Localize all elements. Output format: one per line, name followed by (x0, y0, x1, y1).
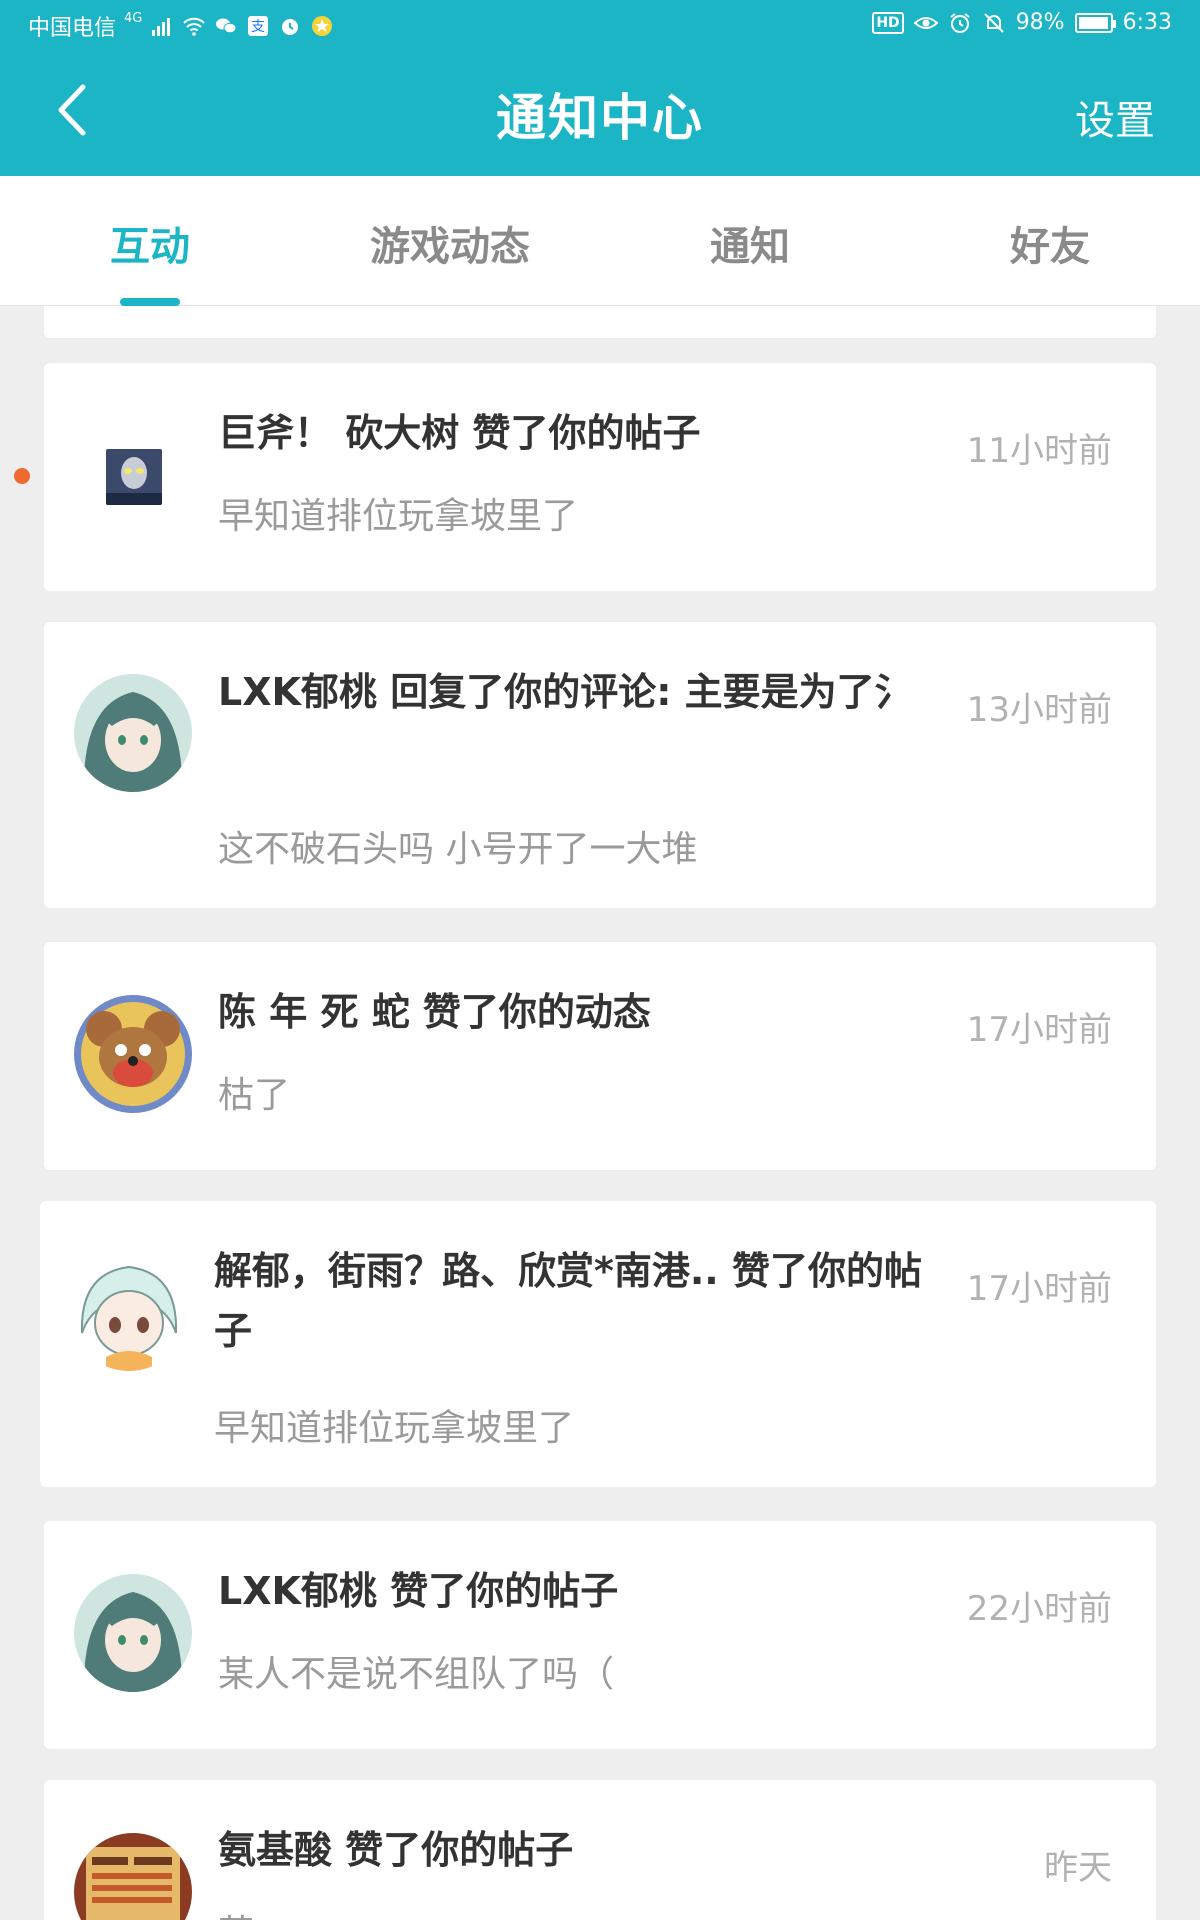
alarm-app-icon (282, 19, 299, 35)
notification-title: LXK郁桃 赞了你的帖子 (218, 1569, 619, 1613)
cartoon-mouse-avatar-icon (74, 995, 192, 1113)
list-item[interactable]: LXK郁桃 赞了你的帖子 某人不是说不组队了吗（ 22小时前 (44, 1521, 1156, 1749)
signal-icon (152, 18, 171, 36)
avatar[interactable] (74, 674, 192, 792)
battery-percent: 98% (1015, 10, 1065, 35)
list-item-partial[interactable] (44, 306, 1156, 338)
network-type-label: 4G (124, 10, 143, 26)
tab-friends[interactable]: 好友 (1000, 214, 1100, 272)
notification-time: 17小时前 (966, 1269, 1112, 1309)
settings-button[interactable]: 设置 (1075, 88, 1155, 146)
svg-text:支: 支 (251, 19, 265, 35)
tab-game-updates[interactable]: 游戏动态 (345, 214, 555, 272)
list-item[interactable]: 巨斧！ 砍大树 赞了你的帖子 早知道排位玩拿坡里了 11小时前 (44, 363, 1156, 591)
list-item[interactable]: LXK郁桃 回复了你的评论: 主要是为了氵 这不破石头吗 小号开了一大堆 13小… (44, 622, 1156, 908)
alipay-icon: 支 (248, 16, 269, 36)
notification-preview: 枯了 (218, 1075, 291, 1116)
notification-title: 氨基酸 赞了你的帖子 (218, 1828, 574, 1872)
active-tab-indicator (120, 298, 180, 306)
notification-preview: 早知道排位玩拿坡里了 (214, 1408, 575, 1449)
notification-time: 昨天 (1044, 1848, 1112, 1888)
eye-icon (913, 16, 938, 29)
anime-girl-avatar-icon (74, 674, 192, 792)
wechat-icon (216, 18, 237, 34)
tab-bar: 互动 游戏动态 通知 好友 (0, 176, 1200, 306)
anime-girl-avatar-icon (74, 1574, 192, 1692)
notification-time: 17小时前 (966, 1010, 1112, 1050)
avatar[interactable] (106, 449, 162, 505)
ultraman-avatar-icon (106, 449, 162, 505)
notification-title: 解郁，街雨？路、欣赏*南港.. 赞了你的帖子 (214, 1249, 922, 1353)
wifi-icon (183, 17, 206, 36)
hd-icon: HD (872, 11, 904, 34)
notification-time: 11小时前 (966, 431, 1112, 471)
carrier-label: 中国电信 (28, 16, 117, 41)
notification-list[interactable]: 巨斧！ 砍大树 赞了你的帖子 早知道排位玩拿坡里了 11小时前 LXK郁桃 回复… (0, 306, 1200, 1920)
app-header: 通知中心 设置 (0, 50, 1200, 176)
notification-time: 13小时前 (966, 690, 1112, 730)
notification-title: 巨斧！ 砍大树 赞了你的帖子 (218, 411, 701, 455)
list-item[interactable]: 氨基酸 赞了你的帖子 萌 昨天 (44, 1780, 1156, 1920)
clock: 6:33 (1122, 10, 1172, 35)
tab-interaction[interactable]: 互动 (100, 214, 200, 272)
avatar[interactable] (70, 1253, 188, 1371)
battery-level (1078, 16, 1108, 29)
alarm-icon (950, 12, 970, 33)
notification-title: LXK郁桃 回复了你的评论: 主要是为了氵 (218, 670, 913, 714)
chibi-avatar-icon (70, 1253, 188, 1371)
mute-icon (983, 12, 1004, 33)
avatar[interactable] (74, 1833, 192, 1920)
list-item[interactable]: 陈 年 死 蛇 赞了你的动态 枯了 17小时前 (44, 942, 1156, 1170)
notification-preview: 这不破石头吗 小号开了一大堆 (218, 829, 698, 870)
page-title: 通知中心 (496, 89, 704, 147)
star-icon (312, 16, 333, 36)
notification-preview: 早知道排位玩拿坡里了 (218, 496, 579, 537)
notification-preview: 某人不是说不组队了吗（ (218, 1654, 615, 1695)
avatar[interactable] (74, 995, 192, 1113)
notification-title: 陈 年 死 蛇 赞了你的动态 (218, 990, 651, 1034)
tab-notices[interactable]: 通知 (700, 214, 800, 272)
game-screenshot-avatar-icon (74, 1833, 192, 1920)
battery-icon (1074, 12, 1116, 33)
list-item[interactable]: 解郁，街雨？路、欣赏*南港.. 赞了你的帖子 早知道排位玩拿坡里了 17小时前 (40, 1201, 1156, 1487)
avatar[interactable] (74, 1574, 192, 1692)
notification-time: 22小时前 (966, 1589, 1112, 1629)
status-bar: 中国电信 4G 支 HD 98% 6:33 (0, 0, 1200, 50)
unread-dot (14, 468, 30, 484)
notification-preview: 萌 (218, 1904, 958, 1920)
